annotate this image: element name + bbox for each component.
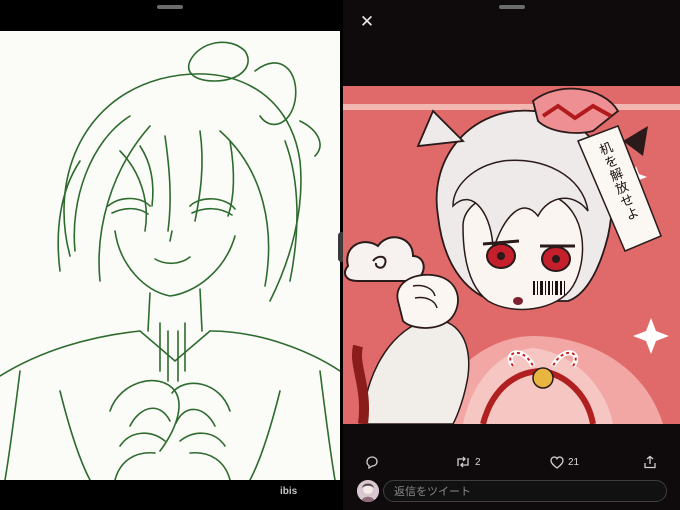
heart-icon	[550, 455, 564, 469]
close-icon[interactable]: ✕	[357, 12, 377, 32]
retweet-icon	[457, 456, 469, 468]
reply-compose-row: 返信をツイート	[343, 478, 680, 506]
retweet-button[interactable]: 2	[455, 452, 481, 472]
left-image-pane: ibis	[0, 0, 340, 510]
avatar[interactable]	[357, 480, 379, 502]
reply-input[interactable]: 返信をツイート	[383, 480, 667, 502]
sketch-image[interactable]: ibis	[0, 31, 340, 497]
like-count: 21	[568, 456, 580, 468]
retweet-count: 2	[475, 456, 481, 468]
sketch-watermark: ibis	[280, 486, 298, 497]
left-grabber-handle[interactable]	[157, 5, 183, 9]
avatar-image	[357, 480, 379, 502]
tweet-actions-bar: 2 21	[343, 448, 680, 476]
sketch-drawing	[0, 41, 340, 481]
reply-button[interactable]	[365, 452, 379, 472]
share-icon	[644, 455, 656, 469]
tweet-viewer-pane: ✕ 机を解放せよ 2 21 返信をツイート	[343, 0, 680, 510]
like-button[interactable]: 21	[550, 452, 579, 472]
artwork-image[interactable]: 机を解放せよ	[343, 86, 680, 424]
reply-icon	[366, 456, 378, 469]
artwork-drawing	[343, 86, 680, 424]
right-grabber-handle[interactable]	[499, 5, 525, 9]
share-button[interactable]	[643, 452, 657, 472]
